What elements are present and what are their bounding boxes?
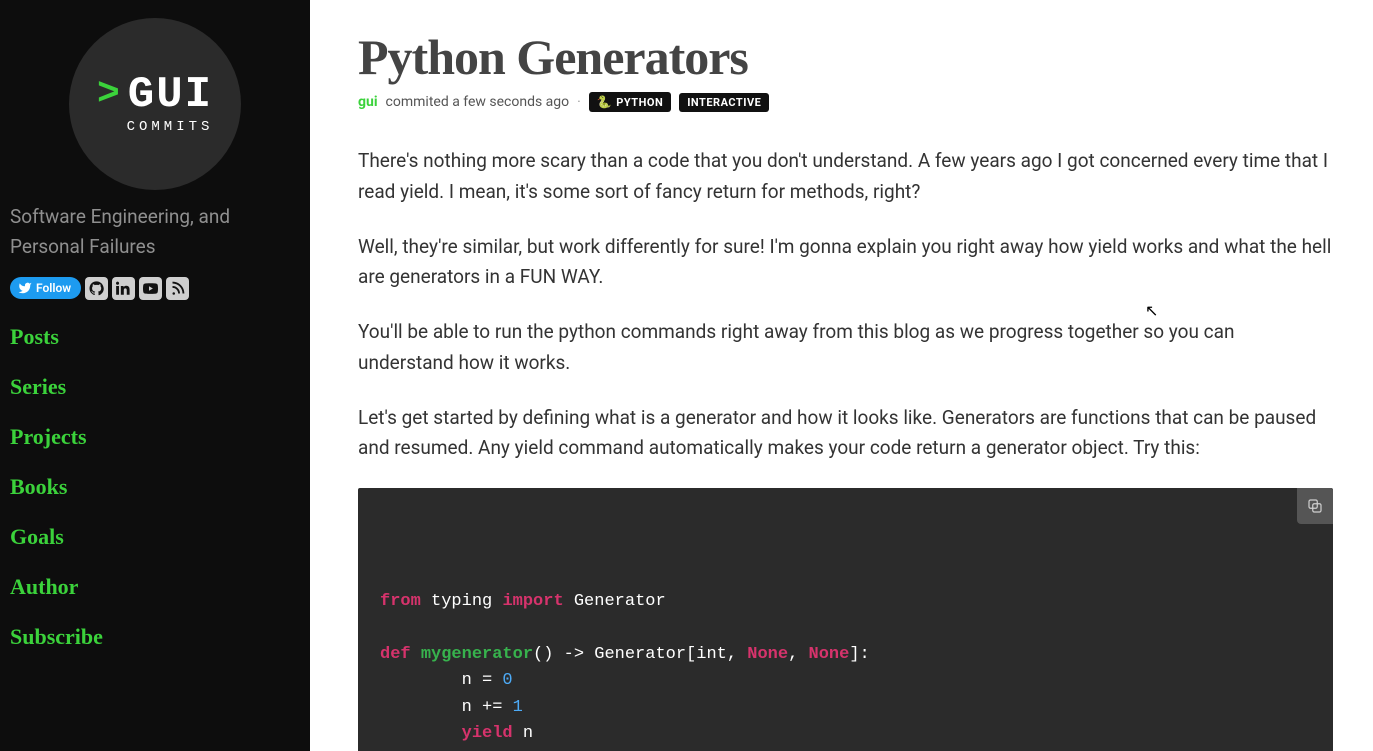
post-paragraph: Well, they're similar, but work differen… — [358, 232, 1333, 294]
rss-icon[interactable] — [166, 277, 189, 300]
logo-caret: > — [97, 76, 120, 114]
post-content: Python Generators gui commited a few sec… — [310, 0, 1373, 751]
sidebar: > GUI COMMITS Software Engineering, and … — [0, 0, 310, 751]
post-author[interactable]: gui — [358, 94, 378, 110]
tag-python[interactable]: 🐍 PYTHON — [589, 92, 671, 112]
post-paragraph: Let's get started by defining what is a … — [358, 403, 1333, 465]
logo-text-gui: GUI — [128, 73, 213, 117]
post-title: Python Generators — [358, 28, 1333, 86]
tag-interactive-label: INTERACTIVE — [687, 96, 761, 109]
site-logo[interactable]: > GUI COMMITS — [10, 18, 300, 190]
code-content: from typing import Generator def mygener… — [380, 589, 1311, 751]
site-tagline: Software Engineering, and Personal Failu… — [10, 202, 300, 263]
nav-item-author[interactable]: Author — [10, 574, 300, 600]
twitter-follow-label: Follow — [36, 281, 71, 295]
logo-circle: > GUI COMMITS — [69, 18, 241, 190]
nav-item-projects[interactable]: Projects — [10, 424, 300, 450]
logo-line1: > GUI — [97, 73, 213, 117]
post-paragraph: You'll be able to run the python command… — [358, 317, 1333, 379]
python-emoji-icon: 🐍 — [597, 95, 612, 109]
post-meta: gui commited a few seconds ago · 🐍 PYTHO… — [358, 92, 1333, 112]
youtube-icon[interactable] — [139, 277, 162, 300]
github-icon[interactable] — [85, 277, 108, 300]
copy-icon — [1306, 497, 1324, 515]
code-block: from typing import Generator def mygener… — [358, 488, 1333, 751]
tag-python-label: PYTHON — [616, 96, 663, 109]
copy-code-button[interactable] — [1297, 488, 1333, 524]
tag-interactive[interactable]: INTERACTIVE — [679, 93, 769, 112]
meta-separator: · — [577, 94, 581, 110]
post-body: There's nothing more scary than a code t… — [358, 146, 1333, 751]
post-commit-time: commited a few seconds ago — [386, 94, 570, 110]
nav-item-goals[interactable]: Goals — [10, 524, 300, 550]
nav-item-posts[interactable]: Posts — [10, 324, 300, 350]
post-paragraph: There's nothing more scary than a code t… — [358, 146, 1333, 208]
twitter-follow-button[interactable]: Follow — [10, 277, 81, 299]
logo-text-commits: COMMITS — [127, 119, 214, 135]
nav-item-series[interactable]: Series — [10, 374, 300, 400]
primary-nav: Posts Series Projects Books Goals Author… — [10, 324, 300, 650]
linkedin-icon[interactable] — [112, 277, 135, 300]
twitter-icon — [18, 281, 32, 295]
social-row: Follow — [10, 277, 300, 300]
nav-item-subscribe[interactable]: Subscribe — [10, 624, 300, 650]
nav-item-books[interactable]: Books — [10, 474, 300, 500]
